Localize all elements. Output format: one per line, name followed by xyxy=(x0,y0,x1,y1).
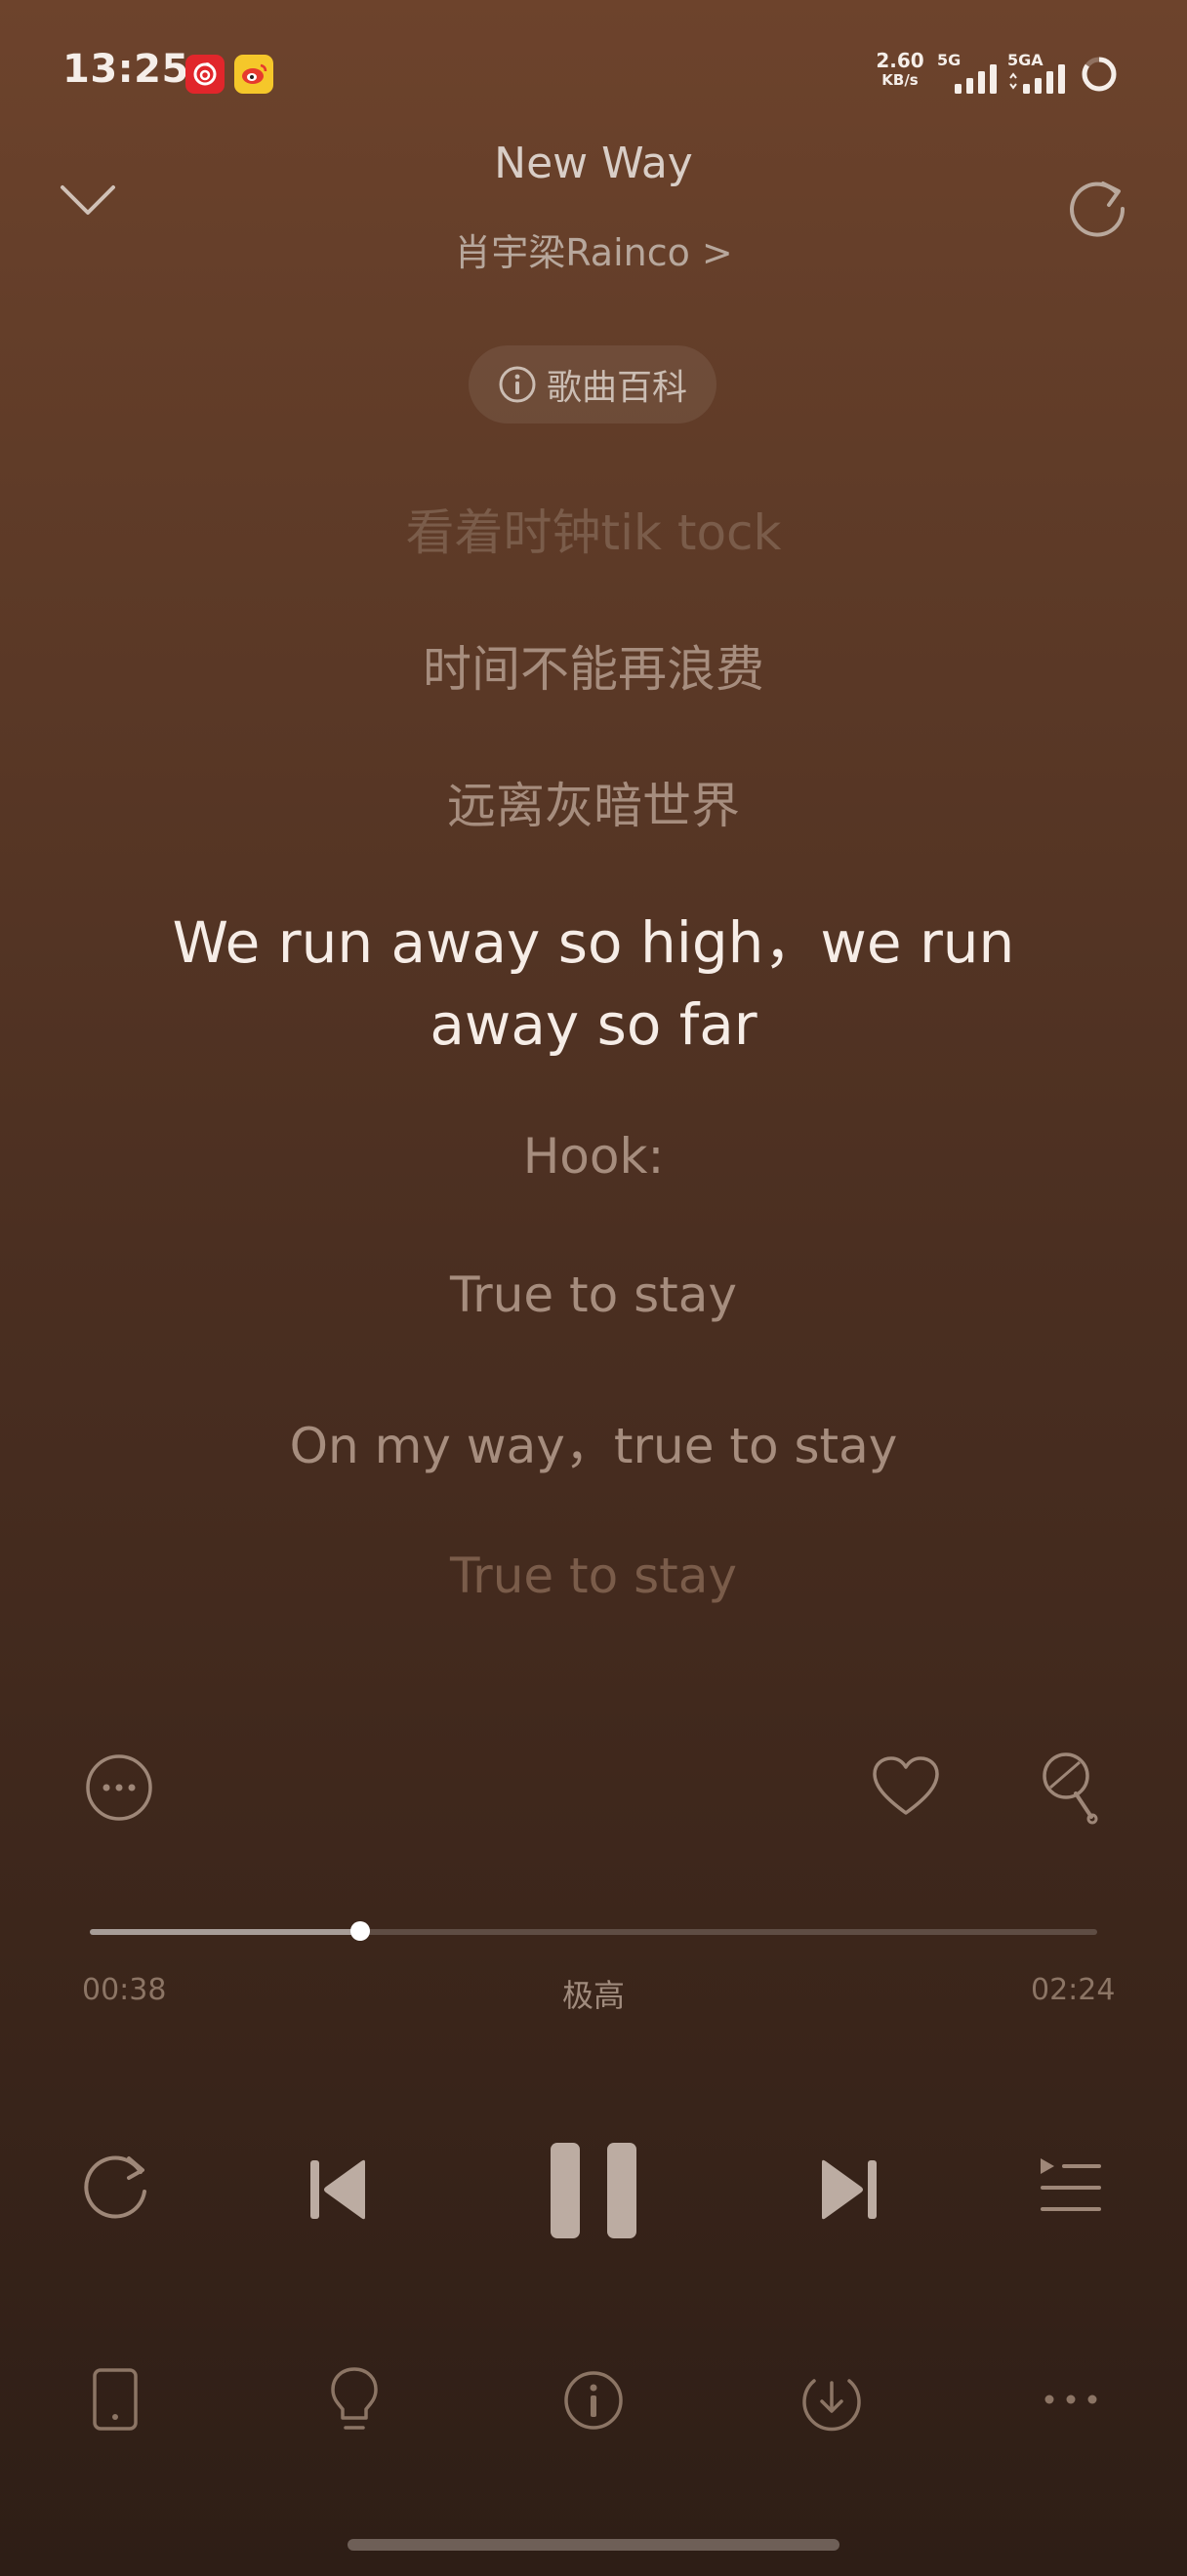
progress-thumb[interactable] xyxy=(350,1921,370,1941)
signal-bars-icon xyxy=(1009,64,1065,94)
lyric-line[interactable]: Hook: xyxy=(0,1128,1187,1185)
next-icon xyxy=(822,2159,877,2220)
previous-button[interactable] xyxy=(308,2158,369,2221)
lyric-line[interactable]: True to stay xyxy=(0,1267,1187,1323)
song-title: New Way xyxy=(494,139,693,188)
lyric-line[interactable]: On my way，true to stay xyxy=(0,1407,1187,1477)
network-speed-value: 2.60 xyxy=(876,49,924,72)
lightbulb-icon xyxy=(331,2367,378,2430)
lyric-line[interactable]: 远离灰暗世界 xyxy=(0,767,1187,837)
song-info-button[interactable] xyxy=(562,2369,625,2432)
lyric-line[interactable]: True to stay xyxy=(0,1548,1187,1604)
pause-button[interactable] xyxy=(549,2141,638,2240)
home-indicator[interactable] xyxy=(348,2539,839,2551)
download-icon xyxy=(802,2379,861,2432)
info-icon xyxy=(564,2371,623,2430)
microphone-icon xyxy=(1043,1752,1098,1825)
progress-fill xyxy=(90,1929,360,1935)
netease-music-icon xyxy=(185,55,225,94)
info-icon xyxy=(499,366,536,403)
more-circle-icon xyxy=(86,1754,152,1821)
battery-ring-icon xyxy=(1080,55,1119,94)
overflow-menu-button[interactable] xyxy=(1043,2393,1099,2406)
signal-5ga: 5GA xyxy=(1007,51,1072,96)
song-wiki-label: 歌曲百科 xyxy=(546,368,687,408)
next-button[interactable] xyxy=(818,2158,879,2221)
previous-icon xyxy=(310,2159,365,2220)
lyric-line[interactable]: 时间不能再浪费 xyxy=(0,630,1187,701)
signal-5g: 5G xyxy=(937,51,1002,96)
more-options-button[interactable] xyxy=(84,1752,154,1823)
pause-icon xyxy=(551,2143,636,2238)
ellipsis-icon xyxy=(1044,2395,1097,2404)
signal-bars-icon xyxy=(955,64,997,94)
total-time: 02:24 xyxy=(1031,1973,1116,2007)
sing-button[interactable] xyxy=(1037,1749,1107,1827)
repeat-mode-button[interactable] xyxy=(80,2153,154,2223)
heart-icon xyxy=(873,1756,939,1815)
playlist-icon xyxy=(1041,2158,1101,2211)
playlist-button[interactable] xyxy=(1039,2156,1103,2217)
repeat-icon xyxy=(84,2155,146,2219)
download-button[interactable] xyxy=(800,2369,863,2432)
tips-button[interactable] xyxy=(328,2365,381,2434)
device-button[interactable] xyxy=(92,2367,139,2432)
song-wiki-button[interactable]: 歌曲百科 xyxy=(469,345,716,423)
lyric-line-active[interactable]: We run away so high，we run away so far xyxy=(0,902,1187,1066)
status-time: 13:25 xyxy=(62,47,189,92)
share-button[interactable] xyxy=(1064,172,1130,238)
network-speed: 2.60 KB/s xyxy=(873,51,927,90)
share-refresh-icon xyxy=(1070,181,1126,237)
network-speed-unit: KB/s xyxy=(881,71,919,89)
like-button[interactable] xyxy=(871,1752,941,1823)
artist-link[interactable]: 肖宇梁Rainco > xyxy=(0,222,1187,276)
weibo-icon xyxy=(234,55,273,94)
lyric-line[interactable]: 看着时钟tik tock xyxy=(0,494,1187,564)
phone-icon xyxy=(93,2368,138,2431)
quality-label[interactable]: 极高 xyxy=(0,1971,1187,2016)
